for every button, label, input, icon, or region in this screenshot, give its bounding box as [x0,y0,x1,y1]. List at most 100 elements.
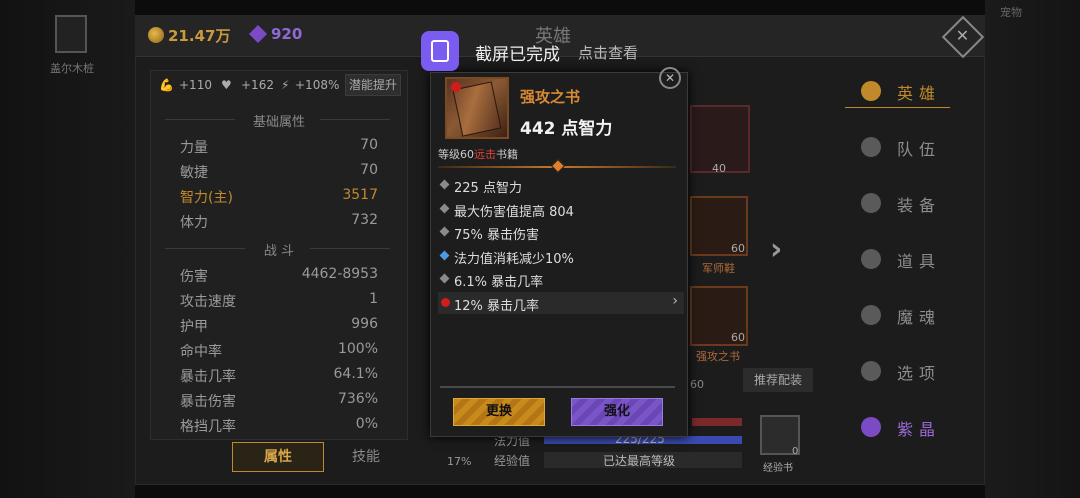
equip-slot-level: 60 [731,242,745,255]
combat-label: 攻击速度 [180,294,236,310]
exp-value: 已达最高等级 [603,454,676,468]
affix-row: 225 点智力 [438,174,684,196]
combat-title: 战 斗 [263,244,295,259]
pet-label: 宠物 [1000,6,1022,19]
exp-label: 经验值 [494,454,531,468]
lightning-icon: ⚡ [281,78,290,92]
close-icon: ✕ [955,26,970,46]
nav-item[interactable]: 装备 [845,186,950,220]
basic-attrs-title: 基础属性 [252,115,305,130]
item-name: 强攻之书 [520,88,581,106]
toast-view-link[interactable]: 点击查看 [578,42,638,63]
combat-label: 伤害 [180,269,208,285]
attr-label: 敏捷 [180,165,208,181]
attr-value: 3517 [342,187,378,203]
affix-text: 225 点智力 [454,181,522,196]
nav-item[interactable]: 魔魂 [845,298,950,332]
enhance-button[interactable]: 强化 [571,398,663,426]
affix-row: 6.1% 暴击几率 [438,268,684,290]
red-gem-icon [451,82,461,92]
speed-bonus: +108% [295,78,340,92]
item-level-number: 等级60 [438,148,474,161]
item-main-stat: 442 点智力 [520,119,613,139]
bag-icon [861,249,881,269]
attr-label: 智力(主) [180,190,233,206]
item-level: 等级60远击书籍 [438,146,518,162]
combat-value: 996 [351,316,378,332]
chevron-right-icon: › [672,292,678,309]
attr-label: 力量 [180,140,208,156]
right-background [985,0,1080,498]
screenshot-icon [421,31,459,71]
combat-value: 4462-8953 [301,266,378,282]
nav-item[interactable]: 英雄 [845,74,950,108]
equip-slot-level: 60 [731,331,745,344]
affix-text: 法力值消耗减少10% [454,251,574,267]
combat-label: 暴击伤害 [180,394,236,410]
affix-text: 75% 暴击伤害 [454,228,540,243]
combat-label: 命中率 [180,344,222,360]
combat-label: 格挡几率 [180,419,236,435]
combat-value: 1 [369,291,378,307]
hp-bar [692,418,742,426]
combat-value: 736% [337,391,378,407]
affix-bullet-icon [439,179,450,190]
combat-value: 64.1% [333,366,378,382]
affix-row[interactable]: 12% 暴击几率 › [438,291,684,314]
affix-text: 12% 暴击几率 [454,298,540,314]
attr-value: 70 [360,137,378,153]
combat-label: 暴击几率 [180,369,236,385]
exp-percent: 17% [447,455,472,468]
gold-amount: 21.47万 [168,27,231,45]
exp-book-count: 0 [792,446,799,457]
attr-value: 732 [351,212,378,228]
nav-item[interactable]: 选项 [845,354,950,388]
affix-bullet-icon [439,226,450,237]
gear-icon [861,361,881,381]
equip-slot-name: 军师鞋 [702,262,735,275]
nav-label: 道具 [897,252,942,271]
power-bonus: +110 [179,78,212,92]
divider [320,119,390,120]
exp-book-label: 经验书 [763,463,793,474]
affix-row: 法力值消耗减少10% [438,245,684,267]
item-image [445,77,509,139]
next-arrow-icon[interactable]: › [770,232,782,267]
gold-coin-icon [148,27,164,43]
potential-button[interactable]: 潜能提升 [345,74,401,96]
affix-bullet-icon [439,203,450,213]
nav-item[interactable]: 道具 [845,242,950,276]
combat-value: 0% [355,416,378,432]
affix-bullet-icon [439,250,450,260]
flag-icon [861,137,881,157]
nav-label: 紫晶 [897,420,942,439]
character-label: 盖尔木桩 [50,62,94,75]
attr-value: 70 [360,162,378,178]
affix-row: 最大伤害值提高 804 [438,198,684,220]
affix-row: 75% 暴击伤害 [438,221,684,243]
equip-slot-level: 40 [712,162,726,175]
nav-item[interactable]: 队伍 [845,130,950,164]
affix-text: 最大伤害值提高 804 [454,204,574,220]
nav-item[interactable]: 紫晶 [845,410,950,444]
attr-label: 体力 [180,215,208,231]
item-class-tag: 远击 [474,148,496,161]
affix-text: 6.1% 暴击几率 [454,275,544,290]
combat-value: 100% [337,341,378,357]
recommend-loadout-button[interactable]: 推荐配装 [743,368,813,392]
game-screen: 盖尔木桩 宠物 21.47万 920 英雄 ✕ 💪 +110 ♥ +162 ⚡ … [0,0,1080,498]
flame-icon [861,305,881,325]
tab-skills[interactable]: 技能 [325,442,407,472]
crystal-icon [861,417,881,437]
nav-label: 装备 [897,196,942,215]
nav-label: 队伍 [897,140,942,159]
nav-label: 魔魂 [897,308,942,327]
nav-label: 选项 [897,364,942,383]
muscle-icon: 💪 [159,78,174,92]
change-button[interactable]: 更换 [453,398,545,426]
helmet-icon [861,193,881,213]
item-type: 书籍 [496,148,518,161]
tab-attributes[interactable]: 属性 [232,442,324,472]
affix-bullet-icon [441,297,450,307]
character-icon[interactable] [55,15,87,53]
